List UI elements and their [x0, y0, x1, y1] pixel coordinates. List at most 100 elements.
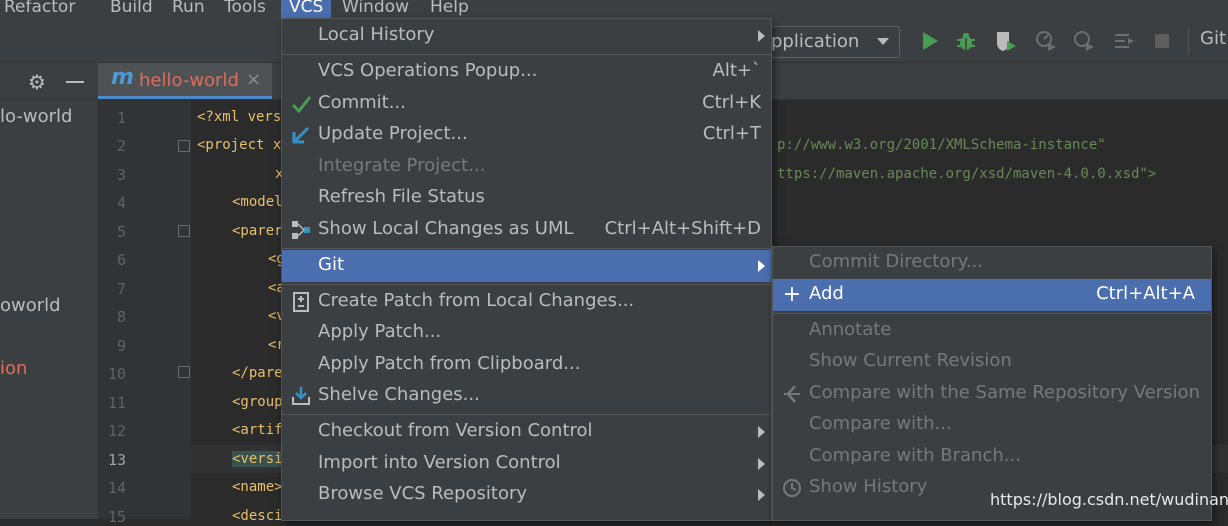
- menu-item-label: Refresh File Status: [318, 186, 485, 207]
- menu-separator: [282, 284, 771, 285]
- line-number: 6: [116, 251, 126, 269]
- profile-icon[interactable]: [1034, 29, 1058, 53]
- menu-item-label: Add: [809, 283, 844, 304]
- menu-item-shortcut: Ctrl+T: [702, 123, 761, 144]
- menu-item-create-patch[interactable]: Create Patch from Local Changes...: [282, 286, 771, 318]
- menu-item-label: Integrate Project...: [318, 155, 486, 176]
- menu-item-import[interactable]: Import into Version Control: [282, 448, 771, 480]
- submenu-arrow-icon: [758, 426, 765, 438]
- menu-item-show-local-changes-uml[interactable]: Show Local Changes as UML Ctrl+Alt+Shift…: [282, 214, 771, 246]
- menu-item-shortcut: Alt+`: [712, 60, 761, 81]
- menu-item-label: Local History: [318, 24, 435, 45]
- menu-item-show-current-revision[interactable]: Show Current Revision: [773, 346, 1211, 378]
- attach-icon[interactable]: [1072, 29, 1096, 53]
- close-icon[interactable]: ×: [246, 69, 261, 90]
- menu-item-label: Compare with the Same Repository Version: [809, 382, 1200, 403]
- git-submenu: Commit Directory... + Add Ctrl+Alt+A Ann…: [772, 246, 1212, 521]
- code-url: p://www.w3.org/2001/XMLSchema-instance": [777, 137, 1106, 153]
- menu-item-refresh-file-status[interactable]: Refresh File Status: [282, 182, 771, 214]
- menu-item-compare-same-repo[interactable]: Compare with the Same Repository Version: [773, 378, 1211, 410]
- menu-item-git[interactable]: Git: [282, 250, 771, 282]
- submenu-arrow-icon: [758, 260, 765, 272]
- hide-panel-icon[interactable]: [66, 81, 84, 83]
- menu-build[interactable]: Build: [110, 0, 153, 20]
- line-number: 14: [107, 479, 126, 497]
- menu-window[interactable]: Window: [342, 0, 409, 20]
- menu-item-label: Shelve Changes...: [318, 384, 480, 405]
- menu-item-label: Browse VCS Repository: [318, 483, 528, 504]
- menu-separator: [773, 313, 1211, 314]
- menu-refactor[interactable]: Refactor: [4, 0, 75, 20]
- menu-item-label: Commit Directory...: [809, 251, 983, 272]
- coverage-icon[interactable]: [994, 29, 1018, 53]
- menu-item-shelve-changes[interactable]: Shelve Changes...: [282, 380, 771, 412]
- menu-item-checkout[interactable]: Checkout from Version Control: [282, 416, 771, 448]
- update-arrow-icon: [292, 126, 310, 144]
- menu-run[interactable]: Run: [172, 0, 205, 20]
- stop-icon[interactable]: [1150, 29, 1174, 53]
- build-artifacts-icon[interactable]: [1112, 29, 1136, 53]
- menu-separator: [282, 248, 771, 249]
- menu-item-apply-patch-clipboard[interactable]: Apply Patch from Clipboard...: [282, 349, 771, 381]
- run-icon[interactable]: [918, 29, 942, 53]
- menu-item-label: Apply Patch from Clipboard...: [318, 353, 581, 374]
- code-line: <desci: [232, 508, 283, 524]
- line-number: 8: [116, 308, 126, 326]
- clock-icon: [783, 479, 801, 497]
- menu-item-compare-with[interactable]: Compare with...: [773, 409, 1211, 441]
- project-tree-item[interactable]: lo-world: [0, 106, 72, 127]
- menu-item-vcs-operations-popup[interactable]: VCS Operations Popup... Alt+`: [282, 56, 771, 88]
- menu-item-shortcut: Ctrl+Alt+Shift+D: [604, 218, 761, 239]
- menu-item-annotate[interactable]: Annotate: [773, 315, 1211, 347]
- line-number: 10: [107, 365, 126, 383]
- code-line: </pare: [232, 365, 283, 381]
- git-toolbar-label[interactable]: Git:: [1200, 28, 1228, 49]
- code-line: <model: [232, 194, 283, 210]
- menu-item-label: Show History: [809, 476, 928, 497]
- menu-help[interactable]: Help: [430, 0, 469, 20]
- code-line: <artif: [232, 422, 283, 438]
- compare-icon: [784, 385, 800, 403]
- menu-item-browse-vcs-repository[interactable]: Browse VCS Repository: [282, 479, 771, 511]
- menu-item-add[interactable]: + Add Ctrl+Alt+A: [773, 279, 1211, 311]
- submenu-arrow-icon: [758, 489, 765, 501]
- shelve-icon: [292, 387, 310, 405]
- menu-item-integrate-project[interactable]: Integrate Project...: [282, 151, 771, 183]
- menu-item-label: VCS Operations Popup...: [318, 60, 538, 81]
- menu-item-label: Commit...: [318, 92, 406, 113]
- menu-item-compare-with-branch[interactable]: Compare with Branch...: [773, 441, 1211, 473]
- menu-vcs[interactable]: VCS: [281, 0, 332, 20]
- uml-diagram-icon: [292, 221, 310, 239]
- line-number: 9: [116, 337, 126, 355]
- vcs-menu: Local History VCS Operations Popup... Al…: [281, 18, 772, 521]
- fold-marker-icon[interactable]: [178, 366, 190, 378]
- menu-item-label: Git: [318, 254, 345, 275]
- menu-separator: [282, 54, 771, 55]
- submenu-arrow-icon: [758, 458, 765, 470]
- line-number: 1: [116, 109, 126, 127]
- watermark: https://blog.csdn.net/wudinaniya: [990, 490, 1228, 509]
- menu-tools[interactable]: Tools: [224, 0, 266, 20]
- menu-item-commit-directory[interactable]: Commit Directory...: [773, 247, 1211, 279]
- project-tree-item[interactable]: ion: [0, 358, 27, 379]
- patch-icon: [293, 292, 309, 312]
- fold-marker-icon[interactable]: [178, 225, 190, 237]
- fold-marker-icon[interactable]: [178, 140, 190, 152]
- tab-hello-world[interactable]: m hello-world ×: [98, 63, 272, 99]
- gear-icon[interactable]: ⚙: [28, 70, 46, 94]
- line-number: 13: [107, 451, 126, 469]
- menu-item-label: Update Project...: [318, 123, 468, 144]
- line-number: 3: [116, 166, 126, 184]
- run-configuration-dropdown[interactable]: pplication: [758, 26, 900, 58]
- run-configuration-label: pplication: [771, 31, 860, 52]
- code-url: ttps://maven.apache.org/xsd/maven-4.0.0.…: [777, 166, 1157, 182]
- menu-item-commit[interactable]: Commit... Ctrl+K: [282, 88, 771, 120]
- menu-item-apply-patch[interactable]: Apply Patch...: [282, 317, 771, 349]
- debug-icon[interactable]: [954, 29, 978, 53]
- project-tree-item[interactable]: oworld: [0, 295, 61, 316]
- menu-item-shortcut: Ctrl+K: [702, 92, 761, 113]
- line-number: 11: [107, 394, 126, 412]
- menu-item-local-history[interactable]: Local History: [282, 20, 771, 52]
- line-number: 15: [107, 508, 126, 526]
- menu-item-update-project[interactable]: Update Project... Ctrl+T: [282, 119, 771, 151]
